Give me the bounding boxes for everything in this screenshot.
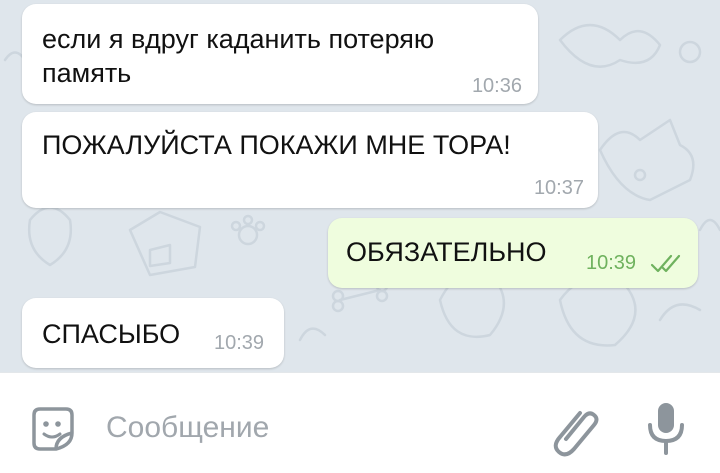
paperclip-icon[interactable]: [552, 399, 604, 457]
chat-area[interactable]: если я вдруг каданить потеряю память 10:…: [0, 0, 720, 372]
message-input[interactable]: [104, 403, 528, 453]
message-text: если я вдруг каданить потеряю память: [42, 24, 435, 88]
double-check-icon: [650, 254, 681, 273]
message-time: 10:39: [586, 252, 637, 274]
message-text: ПОЖАЛУЙСТА ПОКАЖИ МНЕ ТОРА!: [42, 130, 511, 160]
message-time: 10:36: [471, 75, 522, 97]
message-bubble-outgoing[interactable]: ОБЯЗАТЕЛЬНО 10:39: [328, 218, 698, 288]
message-bubble-incoming[interactable]: СПАСЫБО 10:39: [22, 298, 284, 368]
emoji-sticker-icon[interactable]: [26, 403, 80, 457]
message-bubble-incoming[interactable]: если я вдруг каданить потеряю память 10:…: [22, 4, 538, 104]
message-bubble-incoming[interactable]: ПОЖАЛУЙСТА ПОКАЖИ МНЕ ТОРА! 10:37: [22, 112, 598, 208]
message-composer: [0, 372, 720, 473]
microphone-icon[interactable]: [640, 399, 692, 457]
message-time: 10:37: [533, 177, 584, 199]
message-time: 10:39: [214, 332, 265, 354]
